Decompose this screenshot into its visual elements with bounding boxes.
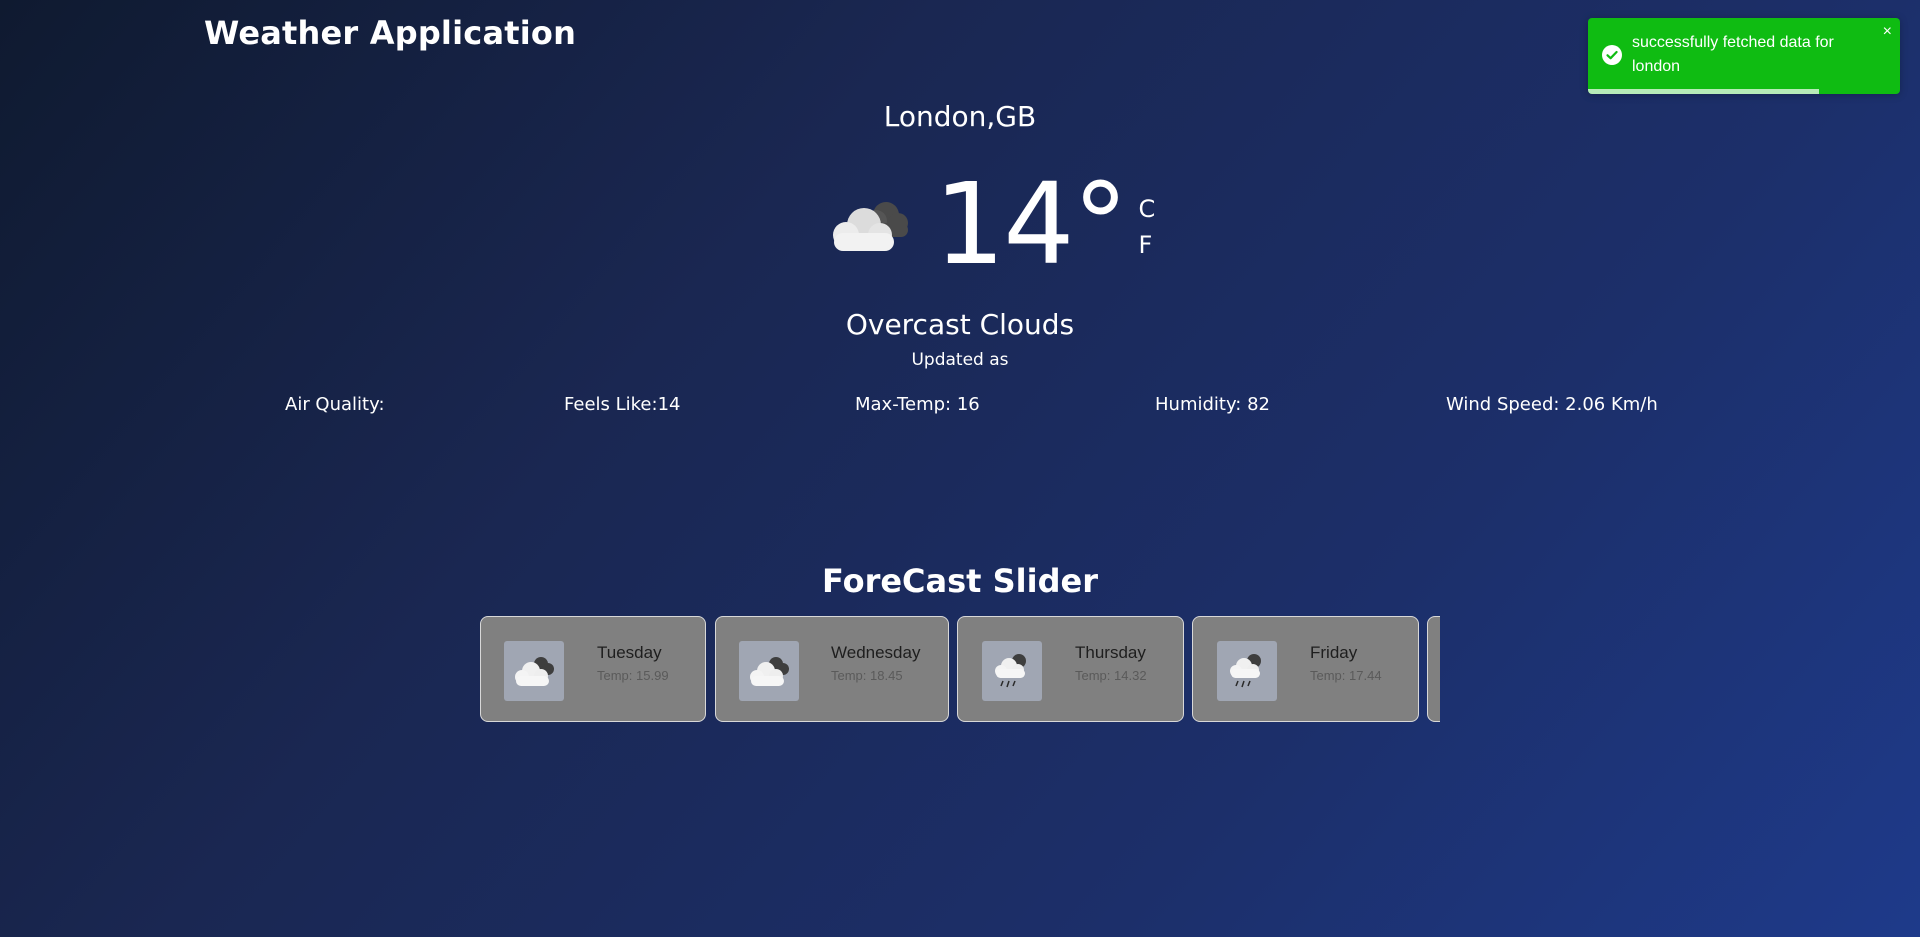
- forecast-temp: Temp: 17.44: [1310, 668, 1382, 683]
- location-name: London,GB: [883, 100, 1037, 133]
- weather-details: Air Quality: Feels Like:14 Max-Temp: 16 …: [0, 394, 1920, 418]
- forecast-card-wednesday[interactable]: Wednesday Temp: 18.45: [715, 616, 949, 722]
- air-quality: Air Quality:: [285, 394, 385, 415]
- app-title: Weather Application: [204, 14, 577, 52]
- updated-time: Updated as: [911, 350, 1009, 370]
- toast-message: successfully fetched data for london: [1632, 34, 1834, 75]
- forecast-card-thursday[interactable]: Thursday Temp: 14.32: [957, 616, 1184, 722]
- current-temperature-block: 14° C F: [820, 165, 1155, 285]
- forecast-icon-box: [739, 641, 799, 701]
- toast-progress-bar: [1588, 89, 1819, 94]
- overcast-clouds-icon: [833, 202, 908, 251]
- max-temp: Max-Temp: 16: [855, 394, 980, 415]
- broken-clouds-icon: [515, 657, 554, 686]
- rain-cloud-icon: [1230, 654, 1261, 688]
- forecast-card-friday[interactable]: Friday Temp: 17.44: [1192, 616, 1419, 722]
- fahrenheit-toggle[interactable]: F: [1139, 227, 1156, 263]
- temperature-value: 14°: [934, 160, 1129, 290]
- forecast-temp: Temp: 18.45: [831, 668, 903, 683]
- forecast-day: Wednesday: [831, 643, 921, 662]
- success-toast: successfully fetched data for london ×: [1588, 18, 1900, 94]
- toast-close-icon[interactable]: ×: [1883, 24, 1892, 40]
- forecast-title: ForeCast Slider: [822, 562, 1098, 600]
- forecast-slider[interactable]: Tuesday Temp: 15.99 Wednesday Temp: 18.4…: [480, 616, 1440, 726]
- forecast-day: Tuesday: [597, 643, 662, 662]
- rain-cloud-icon: [995, 654, 1026, 688]
- forecast-day: Thursday: [1075, 643, 1146, 662]
- forecast-temp: Temp: 15.99: [597, 668, 669, 683]
- weather-condition: Overcast Clouds: [845, 308, 1075, 341]
- celsius-toggle[interactable]: C: [1139, 191, 1156, 227]
- forecast-temp: Temp: 14.32: [1075, 668, 1147, 683]
- forecast-day: Friday: [1310, 643, 1358, 662]
- check-circle-icon: [1602, 45, 1622, 65]
- broken-clouds-icon: [750, 657, 789, 686]
- wind-speed: Wind Speed: 2.06 Km/h: [1446, 394, 1658, 415]
- forecast-icon-box: [504, 641, 564, 701]
- humidity: Humidity: 82: [1155, 394, 1270, 415]
- forecast-card-tuesday[interactable]: Tuesday Temp: 15.99: [480, 616, 706, 722]
- forecast-icon-box: [982, 641, 1042, 701]
- forecast-card-partial[interactable]: [1427, 616, 1440, 722]
- feels-like: Feels Like:14: [564, 394, 681, 415]
- forecast-icon-box: [1217, 641, 1277, 701]
- unit-toggle: C F: [1139, 191, 1156, 263]
